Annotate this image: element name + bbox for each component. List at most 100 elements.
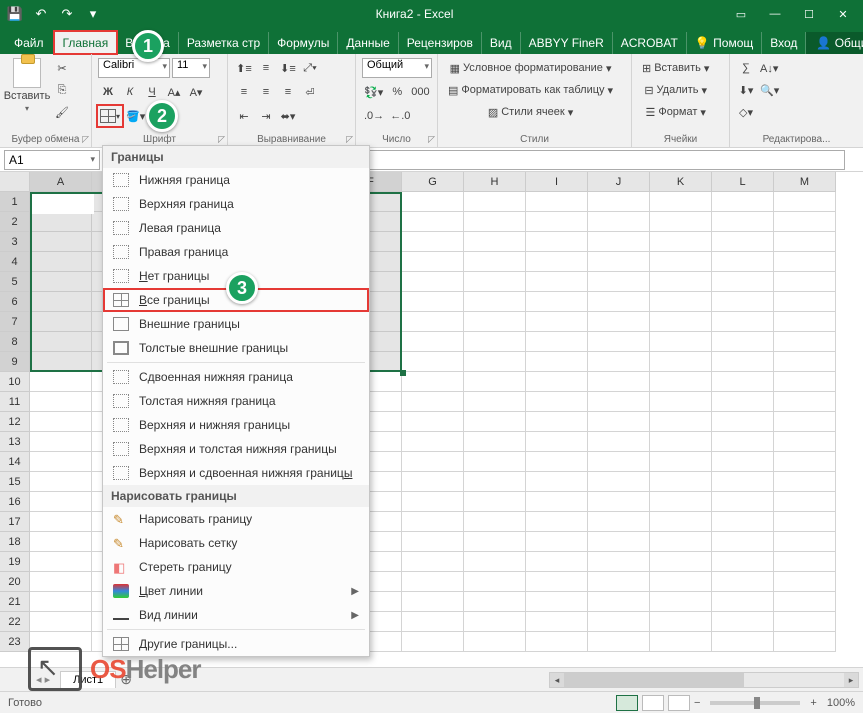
cell[interactable] <box>588 352 650 372</box>
align-right-icon[interactable]: ≡ <box>278 82 298 102</box>
cell[interactable] <box>30 372 92 392</box>
col-header-K[interactable]: K <box>650 172 712 192</box>
cell[interactable] <box>774 272 836 292</box>
save-icon[interactable]: 💾 <box>4 3 26 25</box>
row-header-8[interactable]: 8 <box>0 332 30 352</box>
border-top-thick-bottom[interactable]: Верхняя и толстая нижняя границы <box>103 437 369 461</box>
qat-customize-icon[interactable]: ▾ <box>82 3 104 25</box>
increase-font-icon[interactable]: A▴ <box>164 82 184 102</box>
cell[interactable] <box>402 552 464 572</box>
cell[interactable] <box>526 612 588 632</box>
cell[interactable] <box>774 592 836 612</box>
cell[interactable] <box>30 572 92 592</box>
cell[interactable] <box>712 412 774 432</box>
tab-data[interactable]: Данные <box>338 32 398 54</box>
cell[interactable] <box>30 392 92 412</box>
format-as-table-button[interactable]: ▤ Форматировать как таблицу ▾ <box>444 80 617 100</box>
col-header-A[interactable]: A <box>30 172 92 192</box>
cell[interactable] <box>402 532 464 552</box>
cell[interactable] <box>588 332 650 352</box>
border-left[interactable]: Левая граница <box>103 216 369 240</box>
row-header-10[interactable]: 10 <box>0 372 30 392</box>
tab-home[interactable]: Главная <box>54 31 118 54</box>
cell[interactable] <box>464 272 526 292</box>
number-format-select[interactable]: Общий <box>362 58 432 78</box>
cell[interactable] <box>712 612 774 632</box>
cell[interactable] <box>712 232 774 252</box>
col-header-M[interactable]: M <box>774 172 836 192</box>
cell[interactable] <box>464 312 526 332</box>
tell-me[interactable]: 💡 Помощ <box>687 32 762 54</box>
delete-cells-button[interactable]: ⊟ Удалить ▾ <box>638 80 713 100</box>
name-box[interactable]: A1▾ <box>4 150 100 170</box>
line-color[interactable]: Цвет линии▶ <box>103 579 369 603</box>
paste-button[interactable]: Вставить ▾ <box>6 58 48 113</box>
fill-handle[interactable] <box>400 370 406 376</box>
cell[interactable] <box>588 292 650 312</box>
bold-button[interactable]: Ж <box>98 82 118 102</box>
draw-grid[interactable]: Нарисовать сетку <box>103 531 369 555</box>
cell[interactable] <box>526 492 588 512</box>
cell[interactable] <box>774 192 836 212</box>
cell[interactable] <box>774 452 836 472</box>
cell[interactable] <box>588 472 650 492</box>
maximize-icon[interactable]: ☐ <box>793 3 825 25</box>
view-normal-icon[interactable] <box>616 695 638 711</box>
cell[interactable] <box>650 492 712 512</box>
cell[interactable] <box>464 192 526 212</box>
percent-format-icon[interactable]: % <box>387 82 407 102</box>
format-cells-button[interactable]: ☰ Формат ▾ <box>638 102 713 122</box>
cell[interactable] <box>464 452 526 472</box>
row-header-14[interactable]: 14 <box>0 452 30 472</box>
cell[interactable] <box>774 472 836 492</box>
cell[interactable] <box>526 532 588 552</box>
cell[interactable] <box>712 312 774 332</box>
zoom-in-button[interactable]: + <box>810 697 816 709</box>
cell[interactable] <box>526 212 588 232</box>
cell[interactable] <box>650 572 712 592</box>
cell[interactable] <box>402 272 464 292</box>
cell[interactable] <box>30 512 92 532</box>
cell[interactable] <box>650 312 712 332</box>
col-header-H[interactable]: H <box>464 172 526 192</box>
sort-filter-icon[interactable]: A↓▾ <box>758 58 780 78</box>
cell[interactable] <box>526 252 588 272</box>
format-painter-icon[interactable]: 🖌 <box>52 102 72 122</box>
cell[interactable] <box>650 472 712 492</box>
tab-abbyy[interactable]: ABBYY FineR <box>521 32 613 54</box>
cell[interactable] <box>712 432 774 452</box>
cell[interactable] <box>526 292 588 312</box>
cell[interactable] <box>774 432 836 452</box>
cell[interactable] <box>526 312 588 332</box>
cell[interactable] <box>588 512 650 532</box>
cell[interactable] <box>30 532 92 552</box>
row-header-5[interactable]: 5 <box>0 272 30 292</box>
cell[interactable] <box>402 432 464 452</box>
cell[interactable] <box>464 492 526 512</box>
border-thick-outside[interactable]: Толстые внешние границы <box>103 336 369 360</box>
sign-in[interactable]: Вход <box>762 32 806 54</box>
insert-cells-button[interactable]: ⊞ Вставить ▾ <box>638 58 713 78</box>
italic-button[interactable]: К <box>120 82 140 102</box>
borders-button[interactable]: ▾ <box>98 106 122 126</box>
cell[interactable] <box>402 252 464 272</box>
cell[interactable] <box>402 332 464 352</box>
font-name-select[interactable]: Calibri <box>98 58 170 78</box>
ribbon-display-icon[interactable]: ▭ <box>725 3 757 25</box>
cell[interactable] <box>464 632 526 652</box>
row-header-6[interactable]: 6 <box>0 292 30 312</box>
cell[interactable] <box>588 452 650 472</box>
cell[interactable] <box>588 372 650 392</box>
cell[interactable] <box>464 332 526 352</box>
cell[interactable] <box>712 492 774 512</box>
cell[interactable] <box>712 372 774 392</box>
cell[interactable] <box>588 532 650 552</box>
cell[interactable] <box>402 472 464 492</box>
cell[interactable] <box>712 632 774 652</box>
clear-icon[interactable]: ◇▾ <box>736 102 756 122</box>
cell[interactable] <box>588 232 650 252</box>
cell[interactable] <box>774 312 836 332</box>
cell[interactable] <box>650 352 712 372</box>
cell[interactable] <box>712 532 774 552</box>
cell[interactable] <box>464 592 526 612</box>
